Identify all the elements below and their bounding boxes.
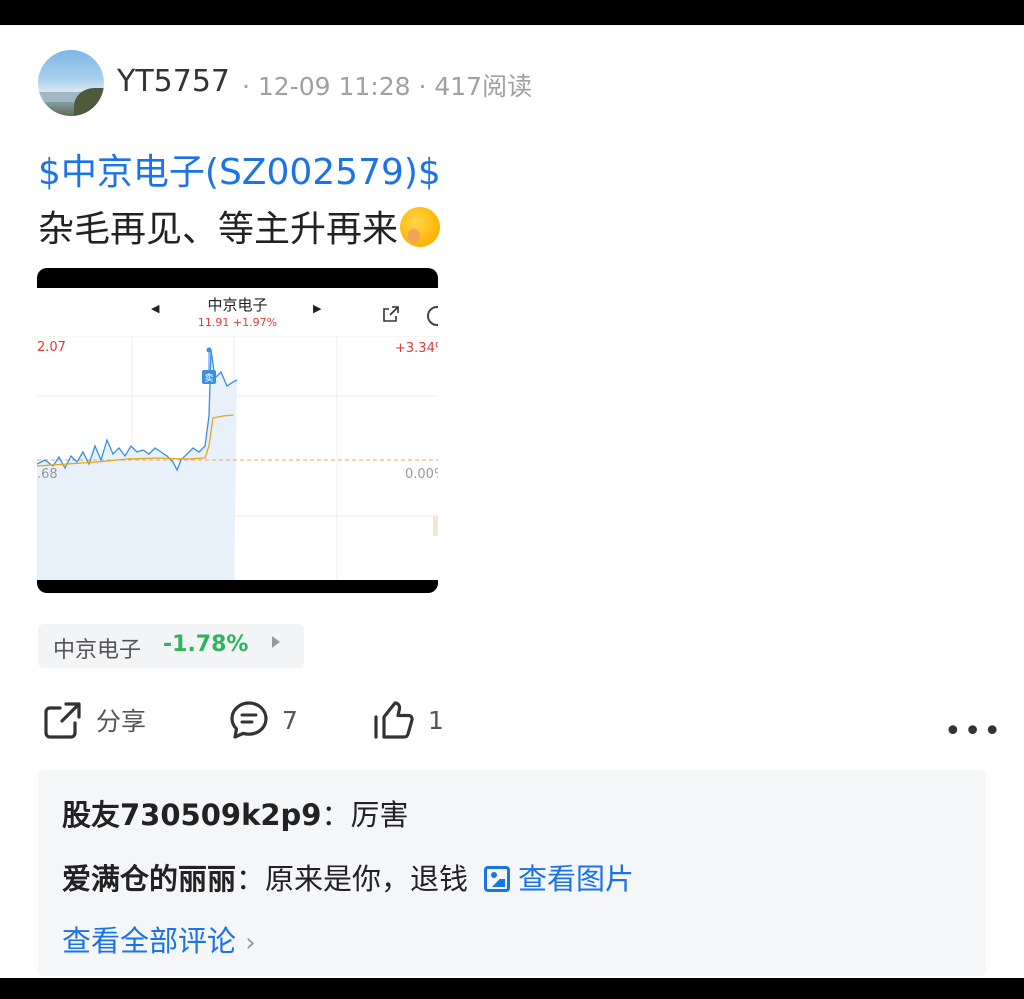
more-options-icon[interactable]: ••• [944, 714, 1003, 749]
next-arrow-icon: ▶ [313, 302, 322, 315]
share-icon [44, 702, 81, 739]
comment-separator: ： [321, 798, 351, 832]
comment-item[interactable]: 股友730509k2p9：厉害 [62, 792, 409, 834]
chevron-right-icon: › [245, 928, 256, 958]
status-bar [0, 0, 1024, 25]
chart-subtitle: 11.91 +1.97% [197, 316, 278, 329]
comment-count: 7 [282, 705, 298, 735]
like-count: 1 [428, 705, 444, 735]
chart-left-top-label: 2.07 [37, 340, 66, 355]
chart-right-mid-label: 0.00% [405, 467, 438, 482]
post-meta: · 12-09 11:28 · 417阅读 [242, 72, 533, 101]
chart-title: 中京电子 [207, 296, 268, 314]
view-all-label: 查看全部评论 [62, 924, 237, 958]
share-button[interactable]: 分享 [42, 698, 146, 742]
chart-left-mid-label: .68 [37, 467, 58, 482]
sell-marker: 卖 [204, 373, 213, 384]
stock-tag-change: -1.78% [163, 632, 249, 657]
share-out-icon [383, 306, 399, 322]
comment-author[interactable]: 股友730509k2p9 [62, 798, 321, 832]
image-icon[interactable] [484, 866, 511, 892]
stock-tag-name: 中京电子 [53, 638, 142, 663]
thinking-face-emoji-icon [400, 207, 441, 247]
chart-image[interactable]: ◀ 中京电子 11.91 +1.97% ▶ 卖 2.07 +3.34% .6 [37, 268, 438, 593]
bottom-bar [0, 978, 1024, 999]
view-all-comments-link[interactable]: 查看全部评论 › [62, 918, 256, 960]
chart-screenshot: ◀ 中京电子 11.91 +1.97% ▶ 卖 2.07 +3.34% .6 [37, 288, 438, 580]
play-arrow-icon [272, 636, 280, 648]
comment-text: 厉害 [350, 798, 409, 832]
comment-text: 原来是你，退钱 [265, 862, 469, 896]
post-body: 杂毛再见、等主升再来 [38, 209, 399, 250]
comment-icon [230, 701, 268, 739]
view-image-link[interactable]: 查看图片 [518, 862, 634, 896]
comment-button[interactable]: 7 [228, 698, 298, 742]
avatar[interactable] [38, 50, 104, 116]
username[interactable]: YT5757 [117, 64, 230, 99]
thumbs-up-icon [374, 701, 414, 739]
comment-preview-box: 股友730509k2p9：厉害 爱满仓的丽丽：原来是你，退钱 查看图片 查看全部评… [38, 770, 986, 976]
like-button[interactable]: 1 [372, 698, 444, 742]
share-label: 分享 [96, 707, 147, 736]
stock-tag[interactable]: 中京电子 -1.78% [38, 624, 304, 668]
chart-right-top-label: +3.34% [395, 341, 438, 356]
comment-author[interactable]: 爱满仓的丽丽 [62, 862, 236, 896]
intraday-chart: 卖 [37, 336, 438, 580]
comment-separator: ： [236, 862, 266, 896]
post-text: 杂毛再见、等主升再来 [38, 200, 441, 252]
stock-link[interactable]: $中京电子(SZ002579)$ [38, 143, 441, 195]
comment-item[interactable]: 爱满仓的丽丽：原来是你，退钱 查看图片 [62, 856, 634, 898]
